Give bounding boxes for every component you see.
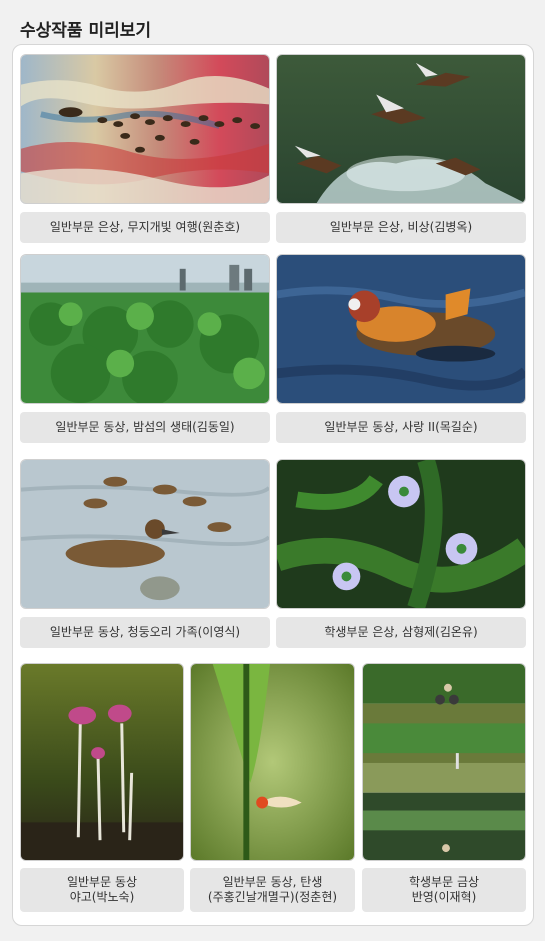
photo-planthopper[interactable] — [190, 663, 355, 861]
caption-line-1: 일반부문 동상 — [66, 875, 138, 889]
caption-line-1: 학생부문 금상 — [408, 875, 480, 889]
caption-text: 일반부문 은상, 비상(김병옥) — [329, 220, 473, 234]
photo-three-flowers[interactable] — [276, 459, 526, 609]
caption-line-2: 반영(이재혁) — [411, 890, 477, 904]
caption-text: 일반부문 동상, 사랑 II(목길순) — [324, 420, 478, 434]
caption-text: 일반부문 동상, 청둥오리 가족(이영식) — [49, 625, 241, 639]
caption-line-1: 일반부문 동상, 탄생 — [222, 875, 323, 889]
caption-work-6[interactable]: 학생부문 은상, 삼형제(김온유) — [276, 617, 526, 648]
photo-mallard-family[interactable] — [20, 459, 270, 609]
caption-line-2: (주홍긴날개멸구)(정춘현) — [207, 890, 338, 904]
caption-text: 일반부문 동상, 밤섬의 생태(김동일) — [55, 420, 235, 434]
caption-line-2: 야고(박노숙) — [69, 890, 135, 904]
page-title: 수상작품 미리보기 — [20, 21, 152, 41]
caption-work-7[interactable]: 일반부문 동상 야고(박노숙) — [20, 868, 184, 912]
caption-work-5[interactable]: 일반부문 동상, 청둥오리 가족(이영식) — [20, 617, 270, 648]
caption-work-2[interactable]: 일반부문 은상, 비상(김병옥) — [276, 212, 526, 243]
photo-ducklings-rainbow[interactable] — [20, 54, 270, 204]
caption-work-8[interactable]: 일반부문 동상, 탄생 (주홍긴날개멸구)(정춘현) — [190, 868, 355, 912]
photo-bamseom-ecology[interactable] — [20, 254, 270, 404]
caption-work-4[interactable]: 일반부문 동상, 사랑 II(목길순) — [276, 412, 526, 443]
photo-mandarin-duck-pair[interactable] — [276, 254, 526, 404]
caption-work-3[interactable]: 일반부문 동상, 밤섬의 생태(김동일) — [20, 412, 270, 443]
photo-cyclist-reflection[interactable] — [362, 663, 526, 861]
photo-yago-flowers[interactable] — [20, 663, 184, 861]
caption-text: 학생부문 은상, 삼형제(김온유) — [324, 625, 478, 639]
caption-work-1[interactable]: 일반부문 은상, 무지개빛 여행(원춘호) — [20, 212, 270, 243]
caption-work-9[interactable]: 학생부문 금상 반영(이재혁) — [362, 868, 526, 912]
caption-text: 일반부문 은상, 무지개빛 여행(원춘호) — [49, 220, 241, 234]
photo-mandarin-ducks-flying[interactable] — [276, 54, 526, 204]
